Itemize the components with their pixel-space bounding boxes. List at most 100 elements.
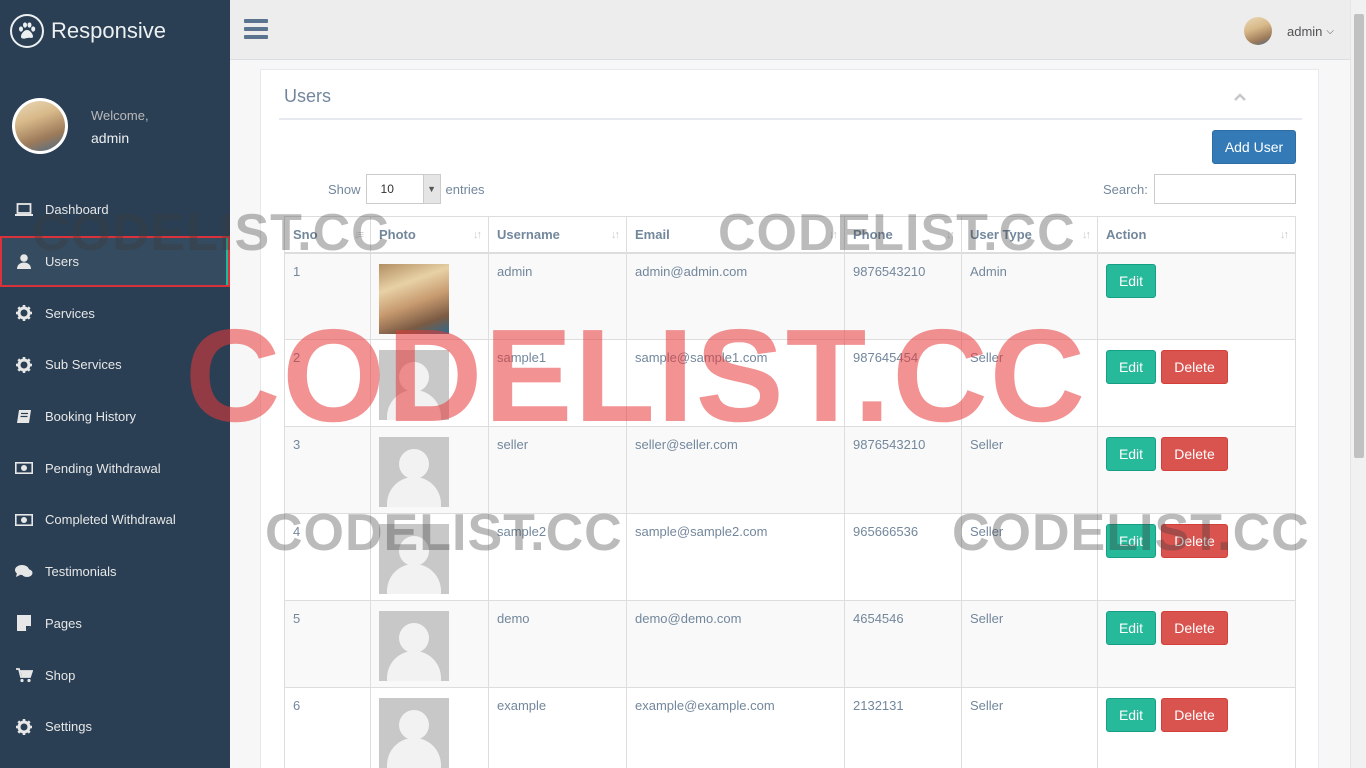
show-label: Show <box>328 181 361 197</box>
delete-button[interactable]: Delete <box>1161 524 1228 558</box>
sidebar-item-label: Services <box>45 305 95 321</box>
cell-sno: 6 <box>284 687 371 768</box>
cell-user-type: Seller <box>961 600 1098 688</box>
edit-button[interactable]: Edit <box>1106 350 1156 384</box>
sort-icon: ↓↑ <box>946 229 955 241</box>
cell-sno: 2 <box>284 339 371 427</box>
cell-username: example <box>488 687 627 768</box>
entries-select[interactable]: 10 ▼ <box>365 174 441 204</box>
delete-button[interactable]: Delete <box>1161 698 1228 732</box>
sidebar-item-sub-services[interactable]: Sub Services <box>0 339 230 391</box>
delete-button[interactable]: Delete <box>1161 611 1228 645</box>
cell-sno: 3 <box>284 426 371 514</box>
table-search: Search: <box>1103 174 1296 204</box>
table-row: 1 admin admin@admin.com 9876543210 Admin Edit <box>284 252 1296 340</box>
cell-action: Edit Delete <box>1097 339 1296 427</box>
cell-sno: 1 <box>284 252 371 340</box>
chevron-down-icon: ▼ <box>422 175 440 203</box>
column-header-username[interactable]: Username ↓↑ <box>488 216 627 254</box>
cell-email: example@example.com <box>626 687 845 768</box>
top-navbar: admin ⌵ <box>230 0 1350 60</box>
sidebar-item-settings[interactable]: Settings <box>0 701 230 753</box>
column-header-action[interactable]: Action ↓↑ <box>1097 216 1296 254</box>
table-row: 2 sample1 sample@sample1.com 987645454 Selle… <box>284 339 1296 427</box>
cell-action: Edit Delete <box>1097 687 1296 768</box>
delete-button[interactable]: Delete <box>1161 350 1228 384</box>
sidebar-item-label: Pages <box>45 615 82 631</box>
add-user-button[interactable]: Add User <box>1212 130 1296 164</box>
cell-action: Edit <box>1097 252 1296 340</box>
sort-icon: ↓≡ <box>354 229 364 241</box>
sidebar-item-label: Dashboard <box>45 202 109 218</box>
user-photo <box>379 611 449 681</box>
cell-user-type: Seller <box>961 426 1098 514</box>
laptop-icon <box>15 201 33 219</box>
avatar <box>12 98 68 154</box>
cell-phone: 965666536 <box>844 513 962 601</box>
delete-button[interactable]: Delete <box>1161 437 1228 471</box>
cell-user-type: Seller <box>961 687 1098 768</box>
user-photo <box>379 263 449 334</box>
column-header-phone[interactable]: Phone ↓↑ <box>844 216 962 254</box>
cell-action: Edit Delete <box>1097 600 1296 688</box>
cell-phone: 4654546 <box>844 600 962 688</box>
avatar <box>1243 17 1272 45</box>
scrollbar[interactable] <box>1350 0 1366 768</box>
user-photo <box>379 350 449 420</box>
book-icon <box>15 408 33 426</box>
money-icon <box>15 511 33 529</box>
sort-icon: ↓↑ <box>473 229 482 241</box>
paw-icon <box>10 14 44 48</box>
chevron-down-icon: ⌵ <box>1326 25 1334 37</box>
menu-toggle-icon[interactable] <box>244 19 268 39</box>
sidebar-item-label: Users <box>45 254 79 270</box>
sidebar-item-dashboard[interactable]: Dashboard <box>0 184 230 236</box>
sidebar-item-completed-withdrawal[interactable]: Completed Withdrawal <box>0 494 230 546</box>
user-photo <box>379 698 449 768</box>
sidebar-item-pages[interactable]: Pages <box>0 598 230 650</box>
chevron-up-icon[interactable] <box>1233 90 1247 104</box>
brand[interactable]: Responsive <box>10 13 166 49</box>
users-table: Sno ↓≡ Photo ↓↑ Username ↓↑ Email ↓↑ Phone ↓↑… <box>284 216 1296 768</box>
panel-header: Users <box>279 70 1302 120</box>
sidebar-item-shop[interactable]: Shop <box>0 649 230 701</box>
sidebar-item-pending-withdrawal[interactable]: Pending Withdrawal <box>0 442 230 494</box>
gear-icon <box>15 304 33 322</box>
user-photo <box>379 524 449 594</box>
search-input[interactable] <box>1153 174 1296 204</box>
cell-sno: 4 <box>284 513 371 601</box>
edit-button[interactable]: Edit <box>1106 437 1156 471</box>
sidebar-item-testimonials[interactable]: Testimonials <box>0 546 230 598</box>
sidebar-item-label: Booking History <box>45 409 137 425</box>
cell-user-type: Seller <box>961 513 1098 601</box>
edit-button[interactable]: Edit <box>1106 524 1156 558</box>
brand-name: Responsive <box>51 18 166 43</box>
sidebar-menu: Dashboard Users Services Sub Services Bo… <box>0 184 230 753</box>
table-header-row: Sno ↓≡ Photo ↓↑ Username ↓↑ Email ↓↑ Phone ↓↑… <box>284 216 1296 254</box>
comments-icon <box>15 563 33 581</box>
scrollbar-thumb[interactable] <box>1354 14 1364 458</box>
column-header-user-type[interactable]: User Type ↓↑ <box>961 216 1098 254</box>
cell-email: demo@demo.com <box>626 600 845 688</box>
column-header-photo[interactable]: Photo ↓↑ <box>370 216 489 254</box>
sidebar-item-users[interactable]: Users <box>0 235 230 288</box>
edit-button[interactable]: Edit <box>1106 263 1156 298</box>
edit-button[interactable]: Edit <box>1106 698 1156 732</box>
sidebar-item-services[interactable]: Services <box>0 287 230 339</box>
cell-photo <box>370 426 489 514</box>
column-header-sno[interactable]: Sno ↓≡ <box>284 216 371 254</box>
user-photo <box>379 437 449 507</box>
user-dropdown[interactable]: admin ⌵ <box>1243 17 1334 45</box>
sidebar-item-label: Shop <box>45 667 76 683</box>
money-icon <box>15 459 33 477</box>
sidebar-item-booking-history[interactable]: Booking History <box>0 391 230 443</box>
table-row: 4 sample2 sample@sample2.com 965666536 Selle… <box>284 513 1296 601</box>
search-label: Search: <box>1103 181 1148 197</box>
cell-phone: 987645454 <box>844 339 962 427</box>
cell-photo <box>370 600 489 688</box>
entries-label: entries <box>445 181 485 197</box>
sidebar-item-label: Sub Services <box>45 357 122 373</box>
column-header-email[interactable]: Email ↓↑ <box>626 216 845 254</box>
cell-username: demo <box>488 600 627 688</box>
edit-button[interactable]: Edit <box>1106 611 1156 645</box>
